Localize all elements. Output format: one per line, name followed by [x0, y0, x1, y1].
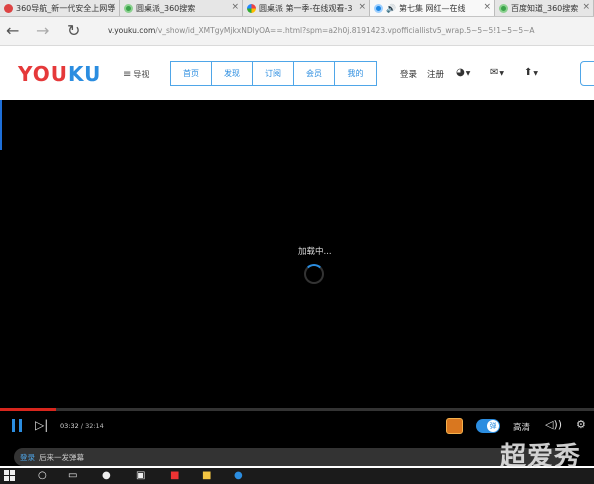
tab-yuanzhuopai-watch[interactable]: 圆桌派 第一季-在线观看-3 ×: [243, 0, 370, 16]
danmu-login-link[interactable]: 登录: [20, 452, 35, 463]
nav-vip[interactable]: 会员: [294, 62, 335, 85]
close-tab-icon[interactable]: ×: [231, 2, 239, 12]
store-icon[interactable]: ▣: [136, 470, 145, 481]
tab-baidu-zhidao[interactable]: 百度知道_360搜索 ×: [495, 0, 594, 16]
nav-home[interactable]: 首页: [171, 62, 212, 85]
nav-subscribe[interactable]: 订阅: [253, 62, 294, 85]
settings-gear-icon[interactable]: ⚙: [576, 418, 586, 431]
progress-bar[interactable]: [0, 408, 594, 411]
pause-icon[interactable]: [12, 419, 24, 432]
people-icon[interactable]: ●: [102, 470, 111, 481]
loading-text: 加载中...: [298, 247, 332, 257]
close-tab-icon[interactable]: ×: [358, 2, 366, 12]
close-tab-icon[interactable]: ×: [108, 2, 116, 12]
tab-yuanzhuopai-search[interactable]: 圆桌派_360搜索 ×: [120, 0, 243, 16]
close-tab-icon[interactable]: ×: [483, 2, 491, 12]
back-arrow-icon[interactable]: ←: [6, 22, 19, 40]
site-icon: [247, 3, 256, 13]
volume-icon[interactable]: ◁)): [545, 418, 562, 431]
youku-icon: [374, 3, 383, 13]
gift-icon[interactable]: [446, 418, 463, 434]
video-player[interactable]: [0, 100, 594, 466]
360-search-icon: [124, 3, 133, 13]
main-nav: 首页 发现 订阅 会员 我的: [170, 61, 377, 86]
tab-strip: 360导航_新一代安全上网导 × 圆桌派_360搜索 × 圆桌派 第一季-在线观…: [0, 0, 594, 17]
quality-selector[interactable]: 高清: [513, 421, 530, 433]
login-link[interactable]: 登录: [400, 68, 417, 80]
clock-icon[interactable]: ◕▼: [456, 67, 470, 78]
danmu-placeholder: 后来一发弹幕: [39, 452, 84, 462]
site-header: YOUKU ≡ 导视 首页 发现 订阅 会员 我的 登录 注册 ◕▼ ✉▼ ⬆▼: [0, 46, 594, 100]
danmu-toggle[interactable]: 弹: [476, 419, 500, 433]
guide-menu[interactable]: ≡ 导视: [123, 69, 149, 80]
progress-fill: [0, 408, 57, 411]
next-episode-icon[interactable]: ▷|: [35, 418, 48, 432]
windows-start-icon[interactable]: [4, 470, 16, 482]
folder-icon[interactable]: ■: [202, 470, 211, 481]
screen: 360导航_新一代安全上网导 × 圆桌派_360搜索 × 圆桌派 第一季-在线观…: [0, 0, 594, 484]
current-time: 03:32: [60, 422, 79, 430]
url-host: v.youku.com: [108, 26, 156, 35]
app-icon[interactable]: ■: [170, 470, 179, 481]
total-time: 32:14: [85, 422, 104, 430]
loading-spinner-icon: [304, 264, 324, 284]
tab-label: 第七集 网红—在线: [398, 3, 466, 13]
register-link[interactable]: 注册: [427, 68, 444, 80]
refresh-icon[interactable]: ↻: [67, 22, 80, 40]
browser-icon[interactable]: ●: [234, 470, 243, 481]
forward-arrow-icon[interactable]: →: [36, 22, 49, 40]
logo-part-you: YOU: [18, 62, 69, 86]
search-button[interactable]: [580, 61, 594, 86]
time-display: 03:32 / 32:14: [60, 422, 104, 430]
360-icon: [4, 3, 13, 13]
tab-label: 圆桌派 第一季-在线观看-3: [259, 3, 353, 13]
url-path: /v_show/id_XMTgyMjkxNDlyOA==.html?spm=a2…: [155, 26, 535, 35]
tab-label: 百度知道_360搜索: [511, 3, 579, 13]
youku-logo[interactable]: YOUKU: [18, 62, 101, 86]
danmu-toggle-knob: 弹: [487, 420, 499, 432]
hamburger-icon: ≡: [123, 69, 132, 80]
danmu-input[interactable]: 登录 后来一发弹幕: [14, 448, 564, 466]
scroll-indicator: [0, 100, 2, 150]
task-view-icon[interactable]: ▭: [68, 470, 77, 481]
close-tab-icon[interactable]: ×: [582, 2, 590, 12]
tab-label: 圆桌派_360搜索: [136, 3, 196, 13]
tab-360-nav[interactable]: 360导航_新一代安全上网导 ×: [0, 0, 120, 16]
logo-part-ku: KU: [68, 62, 102, 86]
nav-discover[interactable]: 发现: [212, 62, 253, 85]
search-icon[interactable]: ○: [38, 470, 47, 481]
upload-icon[interactable]: ⬆▼: [524, 67, 538, 78]
guide-menu-label: 导视: [133, 70, 150, 79]
tab-label: 360导航_新一代安全上网导: [16, 3, 116, 13]
mail-icon[interactable]: ✉▼: [490, 67, 504, 78]
url-field[interactable]: v.youku.com/v_show/id_XMTgyMjkxNDlyOA==.…: [108, 26, 535, 35]
speaker-icon[interactable]: 🔊: [386, 4, 396, 13]
watermark: 超爱秀: [500, 442, 582, 472]
address-bar: ← → ↻ v.youku.com/v_show/id_XMTgyMjkxNDl…: [0, 17, 594, 46]
tab-youku-active[interactable]: 🔊 第七集 网红—在线 ×: [370, 0, 495, 16]
360-search-icon: [499, 3, 508, 13]
nav-mine[interactable]: 我的: [335, 62, 376, 85]
